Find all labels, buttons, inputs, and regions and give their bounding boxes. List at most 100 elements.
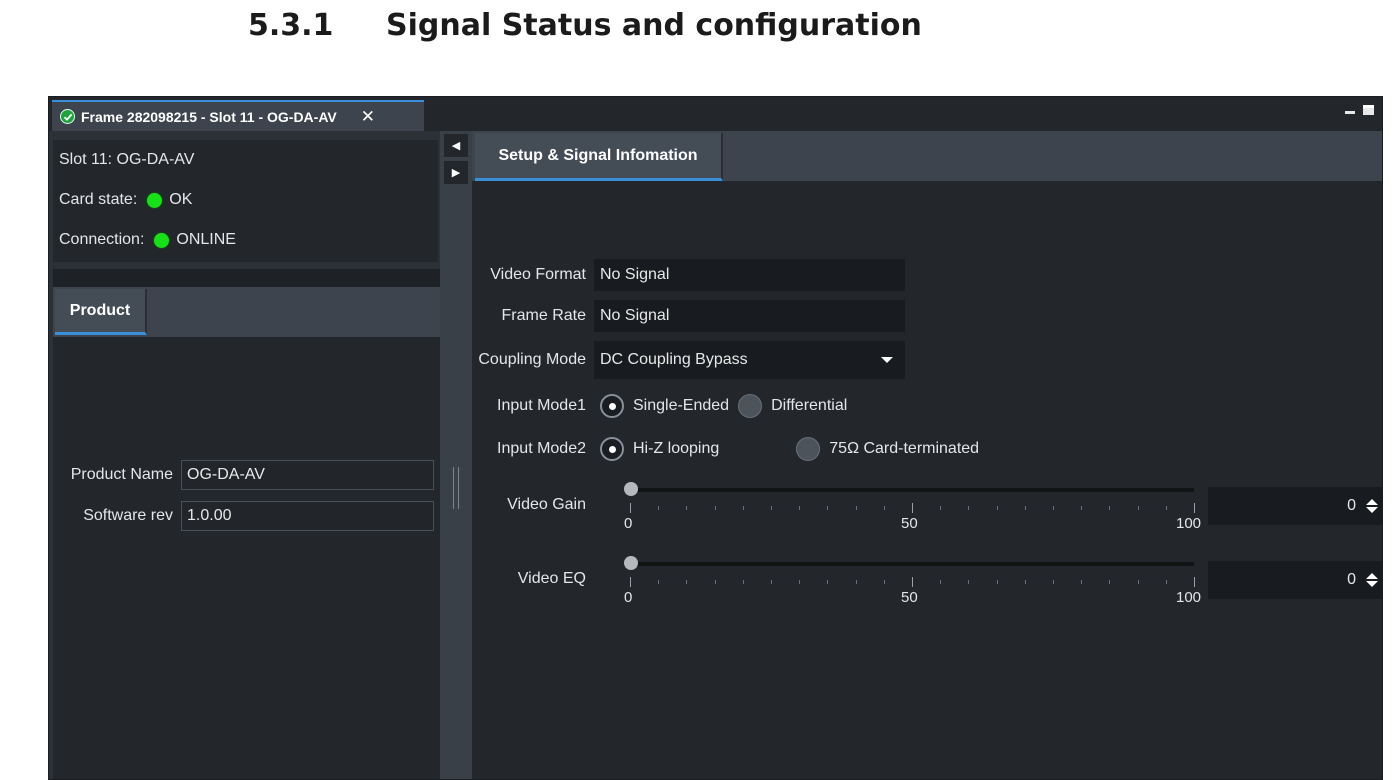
frame-tab-title: Frame 282098215 - Slot 11 - OG-DA-AV (81, 108, 337, 125)
slider-max-label: 100 (1176, 589, 1202, 606)
section-number: 5.3.1 (248, 7, 334, 43)
slider-tick (686, 580, 687, 584)
section-title: Signal Status and configuration (386, 7, 922, 43)
radio-75-ohm-terminated[interactable]: 75Ω Card-terminated (796, 437, 979, 461)
slider-tick (912, 577, 913, 587)
slider-track[interactable] (630, 562, 1194, 566)
radio-differential[interactable]: Differential (738, 394, 847, 418)
spinbox-value: 0 (1347, 497, 1356, 514)
software-rev-row: Software rev 1.0.00 (53, 501, 434, 531)
slider-thumb[interactable] (624, 556, 638, 570)
collapse-left-button[interactable]: ◀ (444, 134, 468, 157)
product-name-field[interactable]: OG-DA-AV (181, 460, 434, 490)
slot-row: Slot 11: OG-DA-AV (59, 140, 438, 180)
slider-tick (884, 506, 885, 510)
software-rev-field[interactable]: 1.0.00 (181, 501, 434, 531)
slider-tick (940, 580, 941, 584)
slider-tick (1194, 577, 1195, 587)
coupling-mode-label: Coupling Mode (478, 351, 586, 368)
slider-track[interactable] (630, 488, 1194, 492)
slider-tick (1053, 506, 1054, 510)
card-state-value: OK (169, 191, 193, 208)
slider-tick (1025, 580, 1026, 584)
radio-unselected-icon (796, 437, 821, 461)
radio-label: Single-Ended (633, 397, 730, 414)
slider-tick (630, 577, 631, 587)
window-controls (1345, 105, 1374, 115)
minimize-icon[interactable] (1345, 110, 1355, 114)
slider-tick (1138, 506, 1139, 510)
slider-tick (1053, 580, 1054, 584)
slider-tick (997, 506, 998, 510)
slider-tick (715, 580, 716, 584)
slider-tick (715, 506, 716, 510)
video-gain-slider[interactable]: 0 50 100 (606, 479, 1201, 539)
radio-label: Differential (771, 397, 848, 414)
grip-icon[interactable] (453, 467, 459, 509)
video-gain-spinbox[interactable]: 0 (1208, 487, 1382, 525)
connection-value: ONLINE (176, 231, 236, 248)
check-circle-icon (60, 109, 75, 124)
arrow-down-icon[interactable] (1366, 507, 1378, 513)
slider-tick (743, 506, 744, 510)
input-mode1-row: Input Mode1 Single-Ended Differential (472, 390, 847, 422)
coupling-mode-select[interactable]: DC Coupling Bypass (594, 341, 905, 379)
slider-thumb[interactable] (624, 482, 638, 496)
connection-label: Connection: (59, 231, 145, 248)
slider-mid-label: 50 (901, 515, 918, 532)
coupling-mode-value: DC Coupling Bypass (600, 351, 748, 368)
card-state-row: Card state: OK (59, 180, 438, 220)
video-format-label: Video Format (490, 266, 586, 283)
video-eq-slider[interactable]: 0 50 100 (606, 553, 1201, 613)
video-format-row: Video Format No Signal (472, 259, 905, 291)
spin-arrows-icon[interactable] (1366, 499, 1378, 513)
tab-setup-signal[interactable]: Setup & Signal Infomation (475, 133, 723, 181)
slider-tick (1138, 580, 1139, 584)
slot-label: Slot 11: OG-DA-AV (59, 151, 195, 168)
document-heading: 5.3.1 Signal Status and configuration (248, 4, 922, 46)
divider (53, 269, 444, 287)
video-gain-label: Video Gain (507, 496, 586, 513)
radio-selected-icon (600, 394, 624, 418)
video-eq-row: Video EQ (472, 563, 594, 595)
maximize-icon[interactable] (1363, 105, 1374, 115)
slider-tick (912, 503, 913, 513)
connection-row: Connection: ONLINE (59, 220, 438, 260)
slider-tick (658, 580, 659, 584)
arrow-up-icon[interactable] (1366, 573, 1378, 579)
radio-hi-z-looping[interactable]: Hi-Z looping (600, 437, 719, 461)
status-led-icon (147, 192, 163, 208)
setup-panel: Setup & Signal Infomation Video Format N… (472, 131, 1382, 779)
slider-tick (940, 506, 941, 510)
product-panel: Product Name OG-DA-AV Software rev 1.0.0… (53, 337, 440, 779)
slider-mid-label: 50 (901, 589, 918, 606)
coupling-mode-row: Coupling Mode DC Coupling Bypass (472, 341, 905, 379)
video-eq-label: Video EQ (517, 570, 586, 587)
chevron-down-icon (881, 357, 893, 363)
window-tab-bar: Frame 282098215 - Slot 11 - OG-DA-AV ✕ (49, 97, 1382, 131)
frame-rate-label: Frame Rate (501, 307, 586, 324)
panel-splitter[interactable]: ◀ ▶ (440, 131, 472, 779)
arrow-down-icon[interactable] (1366, 581, 1378, 587)
slider-tick (968, 580, 969, 584)
radio-label: Hi-Z looping (633, 440, 720, 457)
video-eq-spinbox[interactable]: 0 (1208, 561, 1382, 599)
slider-tick (630, 503, 631, 513)
radio-single-ended[interactable]: Single-Ended (600, 394, 729, 418)
close-icon[interactable]: ✕ (361, 107, 375, 127)
arrow-up-icon[interactable] (1366, 499, 1378, 505)
spin-arrows-icon[interactable] (1366, 573, 1378, 587)
slider-tick (884, 580, 885, 584)
expand-right-button[interactable]: ▶ (444, 161, 468, 184)
input-mode2-label: Input Mode2 (497, 440, 586, 457)
card-state-label: Card state: (59, 191, 138, 208)
frame-tab[interactable]: Frame 282098215 - Slot 11 - OG-DA-AV ✕ (52, 100, 424, 131)
slider-tick (1109, 506, 1110, 510)
slider-tick (856, 506, 857, 510)
slider-tick (968, 506, 969, 510)
tab-product[interactable]: Product (55, 289, 147, 335)
slider-tick (997, 580, 998, 584)
frame-rate-value: No Signal (594, 300, 905, 332)
radio-selected-icon (600, 437, 624, 461)
product-tab-bar: Product (53, 287, 444, 337)
